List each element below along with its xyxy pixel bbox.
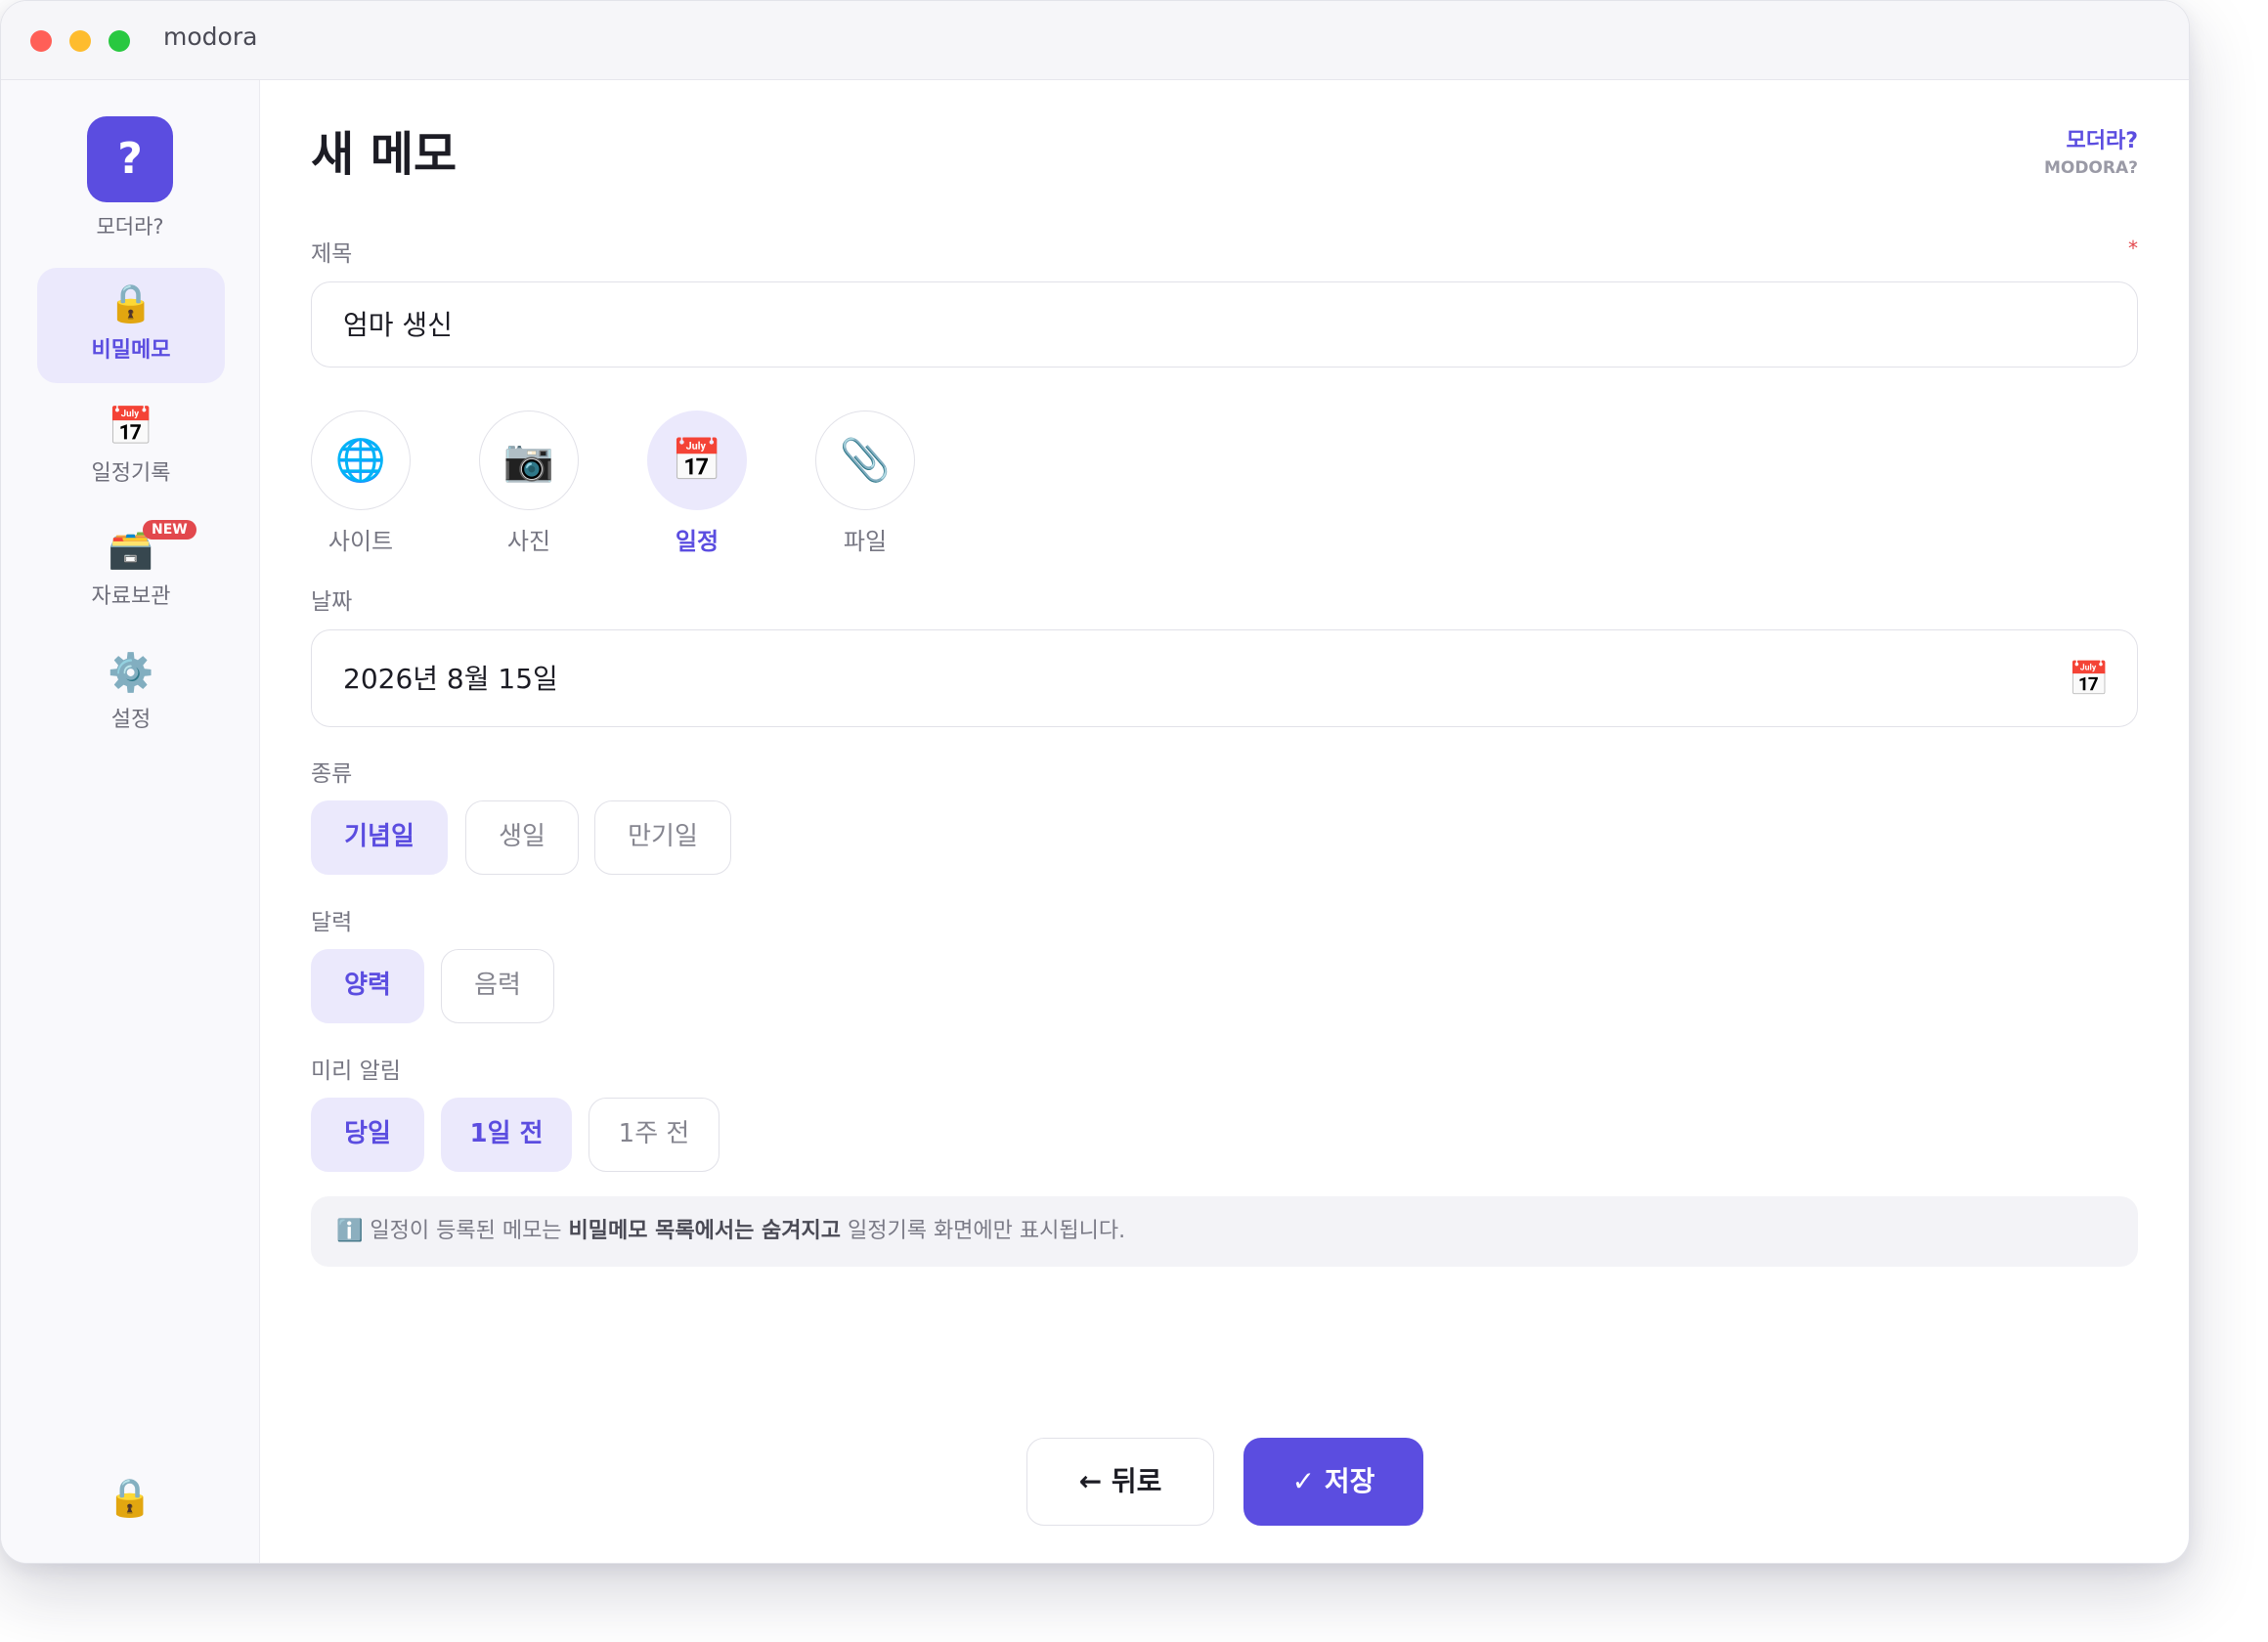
- lock-icon: 🔒: [108, 281, 154, 324]
- type-schedule-button[interactable]: 📅: [647, 410, 747, 510]
- sidebar-item-settings[interactable]: ⚙️ 설정: [37, 637, 225, 753]
- type-file-button[interactable]: 📎: [815, 410, 915, 510]
- info-text-pre: 일정이 등록된 메모는: [363, 1219, 569, 1243]
- lunar-calendar-chip[interactable]: 음력: [441, 949, 554, 1023]
- calendar-picker-icon[interactable]: 📅: [2069, 630, 2110, 728]
- info-text-post: 일정기록 화면에만 표시됩니다.: [841, 1219, 1126, 1243]
- sidebar: ? 모더라? 🔒 비밀메모 📅 일정기록 🗃️ NEW 자료보관 ⚙️ 설정 🔒: [1, 80, 260, 1563]
- kind-anniversary-chip[interactable]: 기념일: [311, 800, 448, 875]
- logo-label: 모더라?: [96, 215, 164, 238]
- camera-icon: 📷: [502, 436, 555, 484]
- title-bar: modora: [1, 1, 2189, 80]
- alert-same-day-chip[interactable]: 당일: [311, 1098, 424, 1172]
- type-file-label: 파일: [843, 528, 888, 555]
- help-link-label: 모더라?: [2066, 129, 2138, 153]
- sidebar-item-label: 비밀메모: [91, 338, 171, 363]
- new-badge: NEW: [143, 520, 196, 540]
- title-label: 제목: [311, 241, 353, 267]
- paperclip-icon: 📎: [839, 436, 892, 484]
- calendar-icon: 📅: [671, 436, 723, 484]
- kind-maturity-chip[interactable]: 만기일: [594, 800, 731, 875]
- back-button[interactable]: ← 뒤로: [1026, 1438, 1214, 1526]
- alert-1-week-before-chip[interactable]: 1주 전: [589, 1098, 720, 1172]
- alert-label: 미리 알림: [311, 1059, 401, 1084]
- app-title: modora: [163, 22, 258, 51]
- info-text-bold: 비밀메모 목록에서는 숨겨지고: [568, 1219, 841, 1243]
- title-input[interactable]: 엄마 생신: [311, 281, 2138, 367]
- main-content: 새 메모 모더라? MODORA? 제목 * 엄마 생신 🌐 사이트 📷 사진 …: [260, 80, 2189, 1563]
- help-logo-button[interactable]: ?: [87, 116, 173, 202]
- type-schedule-label: 일정: [675, 528, 720, 555]
- required-mark: *: [2128, 237, 2138, 260]
- kind-birthday-chip[interactable]: 생일: [465, 800, 579, 875]
- sidebar-item-schedule[interactable]: 📅 일정기록: [37, 391, 225, 506]
- page-title: 새 메모: [311, 127, 458, 182]
- sidebar-item-label: 일정기록: [91, 461, 171, 486]
- app-window: modora ? 모더라? 🔒 비밀메모 📅 일정기록 🗃️ NEW 자료보관 …: [0, 0, 2190, 1564]
- globe-icon: 🌐: [334, 436, 387, 484]
- maximize-window-button[interactable]: [109, 30, 130, 52]
- date-label: 날짜: [311, 589, 353, 615]
- solar-calendar-chip[interactable]: 양력: [311, 949, 424, 1023]
- calendar-type-label: 달력: [311, 910, 353, 935]
- calendar-icon: 📅: [108, 405, 154, 448]
- help-link-sublabel: MODORA?: [2043, 158, 2138, 178]
- type-site-label: 사이트: [327, 528, 394, 555]
- sidebar-item-label: 설정: [110, 708, 152, 732]
- help-link[interactable]: 모더라? MODORA?: [2044, 123, 2138, 178]
- alert-1-day-before-chip[interactable]: 1일 전: [441, 1098, 572, 1172]
- sidebar-item-label: 자료보관: [91, 584, 171, 609]
- info-notice: ℹ️ 일정이 등록된 메모는 비밀메모 목록에서는 숨겨지고 일정기록 화면에만…: [311, 1196, 2138, 1267]
- date-field[interactable]: 2026년 8월 15일 📅: [311, 629, 2138, 727]
- type-photo-label: 사진: [506, 528, 551, 555]
- lock-app-icon[interactable]: 🔒: [1, 1476, 259, 1520]
- gear-icon: ⚙️: [108, 651, 154, 694]
- type-site-button[interactable]: 🌐: [311, 410, 411, 510]
- close-window-button[interactable]: [30, 30, 52, 52]
- type-photo-button[interactable]: 📷: [479, 410, 579, 510]
- minimize-window-button[interactable]: [69, 30, 91, 52]
- info-icon: ℹ️: [336, 1219, 364, 1243]
- sidebar-item-archive[interactable]: 🗃️ NEW 자료보관: [37, 514, 225, 629]
- date-value: 2026년 8월 15일: [343, 663, 558, 695]
- archive-box-icon: 🗃️: [108, 528, 154, 571]
- sidebar-item-secret-memo[interactable]: 🔒 비밀메모: [37, 268, 225, 383]
- kind-label: 종류: [311, 761, 353, 787]
- save-button[interactable]: ✓ 저장: [1243, 1438, 1423, 1526]
